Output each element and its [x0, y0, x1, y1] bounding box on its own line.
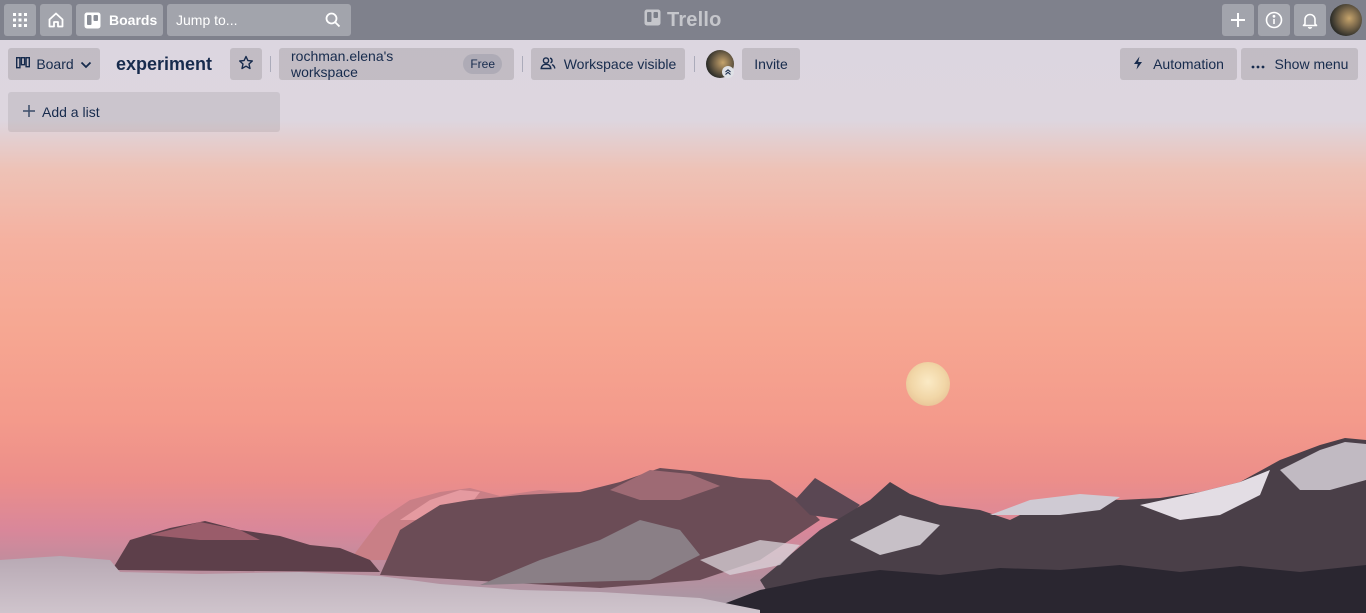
home-button[interactable]	[40, 4, 72, 36]
chevron-down-icon	[80, 56, 92, 72]
invite-label: Invite	[754, 56, 788, 72]
boards-button[interactable]: Boards	[76, 4, 163, 36]
board-view-label: Board	[36, 56, 74, 72]
header-divider	[270, 56, 271, 72]
workspace-button[interactable]: rochman.elena's workspace Free	[279, 48, 514, 80]
home-icon	[47, 11, 65, 29]
plus-icon	[1230, 12, 1246, 28]
search-icon	[325, 12, 341, 31]
add-list-label: Add a list	[42, 104, 100, 120]
grid-icon	[12, 12, 28, 28]
notifications-button[interactable]	[1294, 4, 1326, 36]
trello-logo-icon	[644, 9, 661, 32]
info-icon	[1265, 11, 1283, 29]
top-navigation-bar: Boards Jump to... Trello	[0, 0, 1366, 40]
app-switcher-button[interactable]	[4, 4, 36, 36]
automation-button[interactable]: Automation	[1120, 48, 1237, 80]
information-button[interactable]	[1258, 4, 1290, 36]
star-icon	[238, 55, 254, 74]
invite-button[interactable]: Invite	[742, 48, 800, 80]
lightning-icon	[1133, 56, 1143, 73]
workspace-plan-badge: Free	[463, 54, 502, 74]
bell-icon	[1302, 12, 1318, 29]
header-divider	[694, 56, 695, 72]
board-title[interactable]: experiment	[110, 48, 218, 80]
jump-to-search[interactable]: Jump to...	[167, 4, 351, 36]
add-list-button[interactable]: Add a list	[8, 92, 280, 132]
moon	[906, 362, 950, 406]
app-name: Trello	[667, 8, 722, 31]
workspace-name: rochman.elena's workspace	[291, 48, 394, 80]
member-avatar[interactable]	[1330, 4, 1362, 36]
plus-icon	[22, 104, 36, 121]
trello-logo[interactable]: Trello	[644, 9, 722, 31]
board-view-icon	[16, 56, 31, 72]
create-button[interactable]	[1222, 4, 1254, 36]
star-board-button[interactable]	[230, 48, 262, 80]
visibility-button[interactable]: Workspace visible	[531, 48, 685, 80]
search-placeholder: Jump to...	[176, 12, 238, 28]
boards-icon	[84, 12, 101, 29]
more-icon	[1251, 56, 1265, 72]
visibility-label: Workspace visible	[563, 56, 677, 72]
people-icon	[540, 56, 556, 73]
show-menu-button[interactable]: Show menu	[1241, 48, 1358, 80]
show-menu-label: Show menu	[1274, 56, 1349, 72]
boards-label: Boards	[109, 12, 158, 28]
board-view-switcher[interactable]: Board	[8, 48, 100, 80]
header-divider	[522, 56, 523, 72]
automation-label: Automation	[1153, 56, 1224, 72]
admin-chevron-icon	[722, 66, 734, 78]
